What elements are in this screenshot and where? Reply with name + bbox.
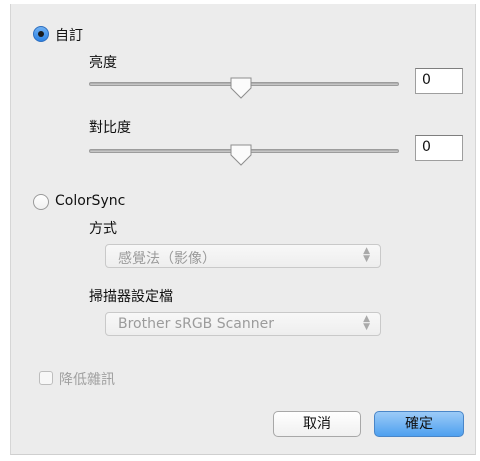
method-label: 方式	[89, 221, 117, 237]
colorsync-radio[interactable]	[33, 194, 49, 210]
scanner-profile-popup-value: Brother sRGB Scanner	[118, 316, 275, 332]
contrast-slider-thumb[interactable]	[229, 143, 253, 167]
ok-button[interactable]: 確定	[374, 411, 464, 437]
noise-reduction-label: 降低雜訊	[59, 372, 115, 388]
brightness-label: 亮度	[89, 55, 117, 71]
colorsync-radio-label: ColorSync	[55, 193, 126, 209]
popup-arrows-icon: ▲ ▼	[363, 314, 370, 332]
brightness-slider-thumb[interactable]	[229, 76, 253, 100]
settings-panel: 自訂 亮度 0 對比度 0 ColorSync 方式 感覺法（影像） ▲ ▼ 掃描…	[10, 4, 476, 455]
scanner-profile-popup[interactable]: Brother sRGB Scanner ▲ ▼	[105, 312, 381, 336]
contrast-label: 對比度	[89, 120, 131, 136]
custom-radio-label: 自訂	[55, 28, 83, 44]
cancel-button[interactable]: 取消	[273, 411, 361, 437]
contrast-value-field[interactable]: 0	[415, 135, 463, 161]
scanner-profile-label: 掃描器設定檔	[89, 289, 173, 305]
noise-reduction-checkbox[interactable]	[39, 371, 53, 385]
custom-radio[interactable]	[33, 26, 49, 42]
brightness-value-field[interactable]: 0	[415, 68, 463, 94]
method-popup-value: 感覺法（影像）	[118, 251, 216, 267]
popup-arrows-icon: ▲ ▼	[363, 246, 370, 264]
method-popup[interactable]: 感覺法（影像） ▲ ▼	[105, 244, 381, 268]
